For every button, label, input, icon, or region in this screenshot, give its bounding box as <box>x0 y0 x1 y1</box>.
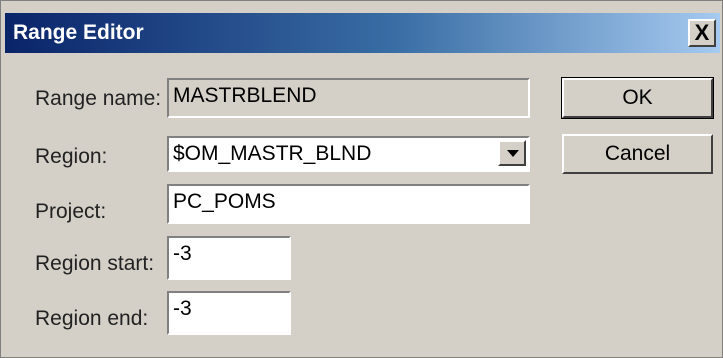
project-value: PC_POMS <box>173 190 276 213</box>
region-start-input[interactable]: -3 <box>167 236 291 280</box>
project-label: Project: <box>35 200 107 223</box>
region-start-label: Region start: <box>35 252 155 275</box>
project-input[interactable]: PC_POMS <box>167 184 530 224</box>
range-name-label: Range name: <box>35 87 162 110</box>
region-select[interactable]: $OM_MASTR_BLND <box>167 136 530 172</box>
ok-button[interactable]: OK <box>561 77 714 119</box>
range-name-field: MASTRBLEND <box>167 78 530 118</box>
region-end-label: Region end: <box>35 307 149 330</box>
region-label: Region: <box>35 145 108 168</box>
title-bar: Range Editor X <box>5 13 720 53</box>
cancel-button[interactable]: Cancel <box>562 134 713 174</box>
range-name-value: MASTRBLEND <box>173 84 317 107</box>
window-title: Range Editor <box>13 21 144 44</box>
region-end-input[interactable]: -3 <box>167 291 291 335</box>
chevron-down-icon <box>507 150 519 157</box>
region-dropdown-button[interactable] <box>498 140 526 166</box>
region-start-value: -3 <box>173 242 192 265</box>
region-end-value: -3 <box>173 297 192 320</box>
region-value: $OM_MASTR_BLND <box>173 142 372 165</box>
close-button[interactable]: X <box>688 19 716 47</box>
range-editor-dialog: Range Editor X Range name: MASTRBLEND Re… <box>0 0 723 358</box>
close-icon: X <box>694 20 710 45</box>
